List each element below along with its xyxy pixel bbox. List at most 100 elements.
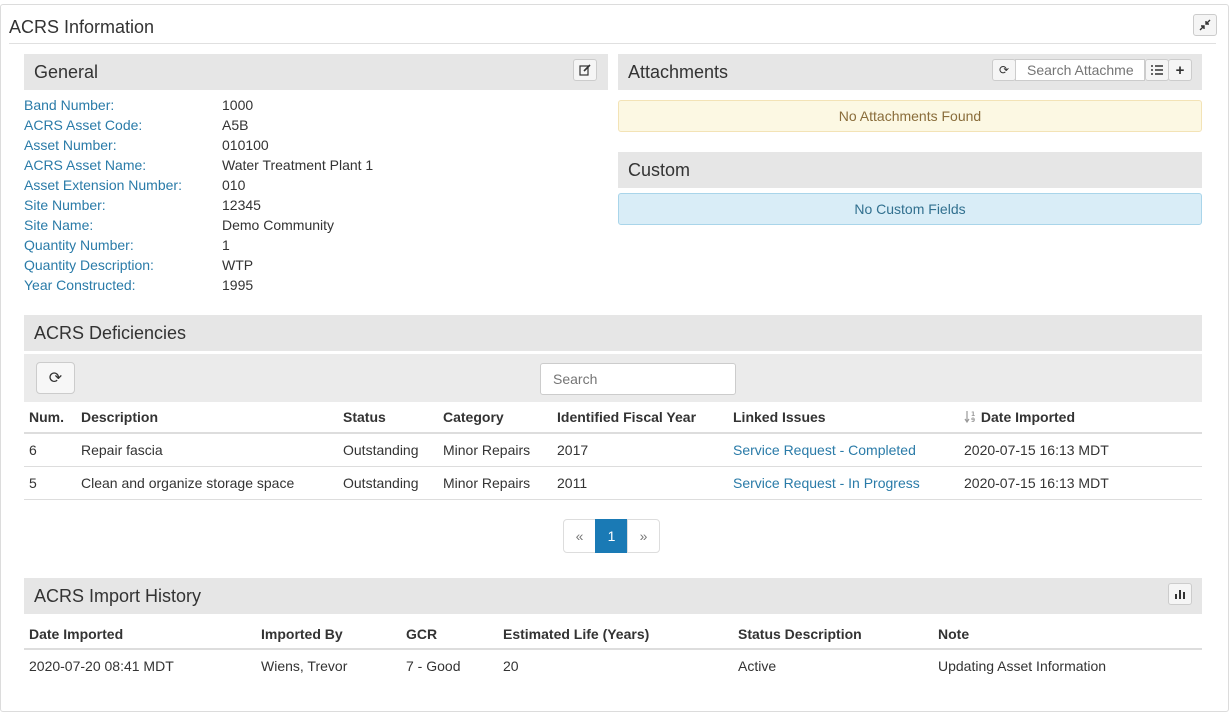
edit-general-button[interactable]: [573, 59, 597, 81]
field-label: Asset Extension Number:: [24, 177, 182, 193]
history-title: ACRS Import History: [34, 586, 202, 606]
deficiencies-toolbar: ⟳: [24, 354, 1202, 402]
compress-icon: [1199, 19, 1211, 31]
cell-description: Repair fascia: [81, 441, 163, 458]
col-status[interactable]: Status: [343, 402, 443, 433]
cell-description: Clean and organize storage space: [81, 474, 295, 491]
history-note: Updating Asset Information: [938, 657, 1107, 674]
field-label: Site Number:: [24, 197, 106, 213]
refresh-icon: ⟳: [48, 370, 63, 387]
col-category[interactable]: Category: [443, 402, 557, 433]
cell-linked-issues: Service Request - Completed: [733, 433, 964, 466]
cell-linked-issues: Service Request - In Progress: [733, 466, 964, 499]
field-value: 12345: [222, 197, 261, 213]
history-table: Date Imported Imported By GCR Estimated …: [24, 619, 1202, 681]
col-history-date: Date Imported: [29, 625, 124, 642]
field-label: Asset Number:: [24, 137, 117, 153]
attachments-title: Attachments: [628, 62, 729, 82]
page-title: ACRS Information: [9, 17, 155, 37]
no-attachments-alert: No Attachments Found: [618, 100, 1202, 132]
history-header-row: Date Imported Imported By GCR Estimated …: [24, 619, 1202, 649]
sort-icon: 1 9: [964, 411, 975, 424]
add-attachment-button[interactable]: +: [1168, 59, 1192, 81]
page-1-button[interactable]: 1: [595, 519, 628, 553]
field-label: Band Number:: [24, 97, 115, 113]
field-label: Year Constructed:: [24, 277, 136, 293]
svg-text:9: 9: [971, 417, 975, 423]
refresh-deficiencies-button[interactable]: ⟳: [36, 362, 75, 394]
list-view-button[interactable]: [1145, 59, 1169, 81]
deficiencies-search-input[interactable]: [540, 363, 736, 395]
history-life: 20: [503, 657, 519, 674]
cell-num: 6: [29, 441, 37, 458]
cell-date-imported: 2020-07-15 16:13 MDT: [964, 474, 1109, 491]
deficiencies-header-row: Num. Description Status Category Identif…: [24, 402, 1202, 433]
general-header: General: [24, 54, 608, 90]
no-custom-fields-alert: No Custom Fields: [618, 193, 1202, 225]
field-value: 1995: [222, 277, 254, 293]
cell-num: 5: [29, 474, 37, 491]
refresh-attachments-button[interactable]: ⟳: [992, 59, 1016, 81]
custom-title: Custom: [628, 160, 691, 180]
field-value: Water Treatment Plant 1: [222, 157, 374, 173]
field-label: Quantity Number:: [24, 237, 134, 253]
field-value: 010100: [222, 137, 269, 153]
col-imported-by: Imported By: [261, 625, 343, 642]
field-value: A5B: [222, 117, 249, 133]
linked-issue-link[interactable]: Service Request - In Progress: [733, 475, 920, 491]
cell-fiscal-year: 2017: [557, 441, 589, 458]
cell-category: Minor Repairs: [443, 474, 531, 491]
attachments-header: Attachments ⟳ +: [618, 54, 1202, 90]
list-icon: [1151, 65, 1163, 75]
col-status-description: Status Description: [738, 625, 862, 642]
history-chart-button[interactable]: [1168, 583, 1192, 605]
history-gcr: 7 - Good: [406, 657, 461, 674]
refresh-icon: ⟳: [998, 63, 1010, 77]
prev-page-button[interactable]: «: [563, 519, 596, 553]
deficiencies-title: ACRS Deficiencies: [34, 323, 187, 343]
general-title: General: [34, 62, 99, 82]
edit-icon: [579, 64, 591, 76]
history-header: ACRS Import History: [24, 578, 1202, 614]
field-value: 1: [222, 237, 230, 253]
col-fiscal-year[interactable]: Identified Fiscal Year: [557, 402, 733, 433]
field-value: 1000: [222, 97, 254, 113]
field-value: 010: [222, 177, 246, 193]
history-imported-by: Wiens, Trevor: [261, 657, 348, 674]
col-linked-issues[interactable]: Linked Issues: [733, 402, 964, 433]
attachments-search-input[interactable]: [1015, 59, 1145, 81]
history-date: 2020-07-20 08:41 MDT: [29, 657, 174, 674]
col-estimated-life: Estimated Life (Years): [503, 625, 650, 642]
cell-category: Minor Repairs: [443, 441, 531, 458]
linked-issue-link[interactable]: Service Request - Completed: [733, 442, 916, 458]
history-status: Active: [738, 657, 777, 674]
bar-chart-icon: [1175, 590, 1185, 599]
cell-status: Outstanding: [343, 441, 419, 458]
col-description[interactable]: Description: [81, 402, 343, 433]
cell-date-imported: 2020-07-15 16:13 MDT: [964, 441, 1109, 458]
col-note: Note: [938, 625, 970, 642]
title-divider: [9, 43, 1216, 44]
deficiencies-table: Num. Description Status Category Identif…: [24, 402, 1202, 500]
field-label: Quantity Description:: [24, 257, 154, 273]
col-date-imported[interactable]: 1 9 Date Imported: [964, 402, 1202, 433]
next-page-button[interactable]: »: [627, 519, 660, 553]
field-value: Demo Community: [222, 217, 335, 233]
table-row: 5 Clean and organize storage space Outstan…: [24, 466, 1202, 499]
col-gcr: GCR: [406, 625, 438, 642]
field-label: ACRS Asset Code:: [24, 117, 143, 133]
field-label: Site Name:: [24, 217, 94, 233]
history-row: 2020-07-20 08:41 MDT Wiens, Trevor 7 - G…: [24, 649, 1202, 681]
cell-status: Outstanding: [343, 474, 419, 491]
plus-icon: +: [1175, 61, 1185, 79]
field-value: WTP: [222, 257, 254, 273]
deficiencies-body: 6 Repair fascia Outstanding Minor Repairs 20…: [24, 433, 1202, 499]
custom-header: Custom: [618, 152, 1202, 188]
table-row: 6 Repair fascia Outstanding Minor Repairs 20…: [24, 433, 1202, 466]
cell-fiscal-year: 2011: [557, 474, 588, 491]
field-label: ACRS Asset Name:: [24, 157, 147, 173]
col-date-imported-label: Date Imported: [980, 409, 1076, 425]
col-num[interactable]: Num.: [24, 402, 81, 433]
collapse-button[interactable]: [1193, 14, 1217, 36]
deficiencies-header: ACRS Deficiencies: [24, 315, 1202, 351]
